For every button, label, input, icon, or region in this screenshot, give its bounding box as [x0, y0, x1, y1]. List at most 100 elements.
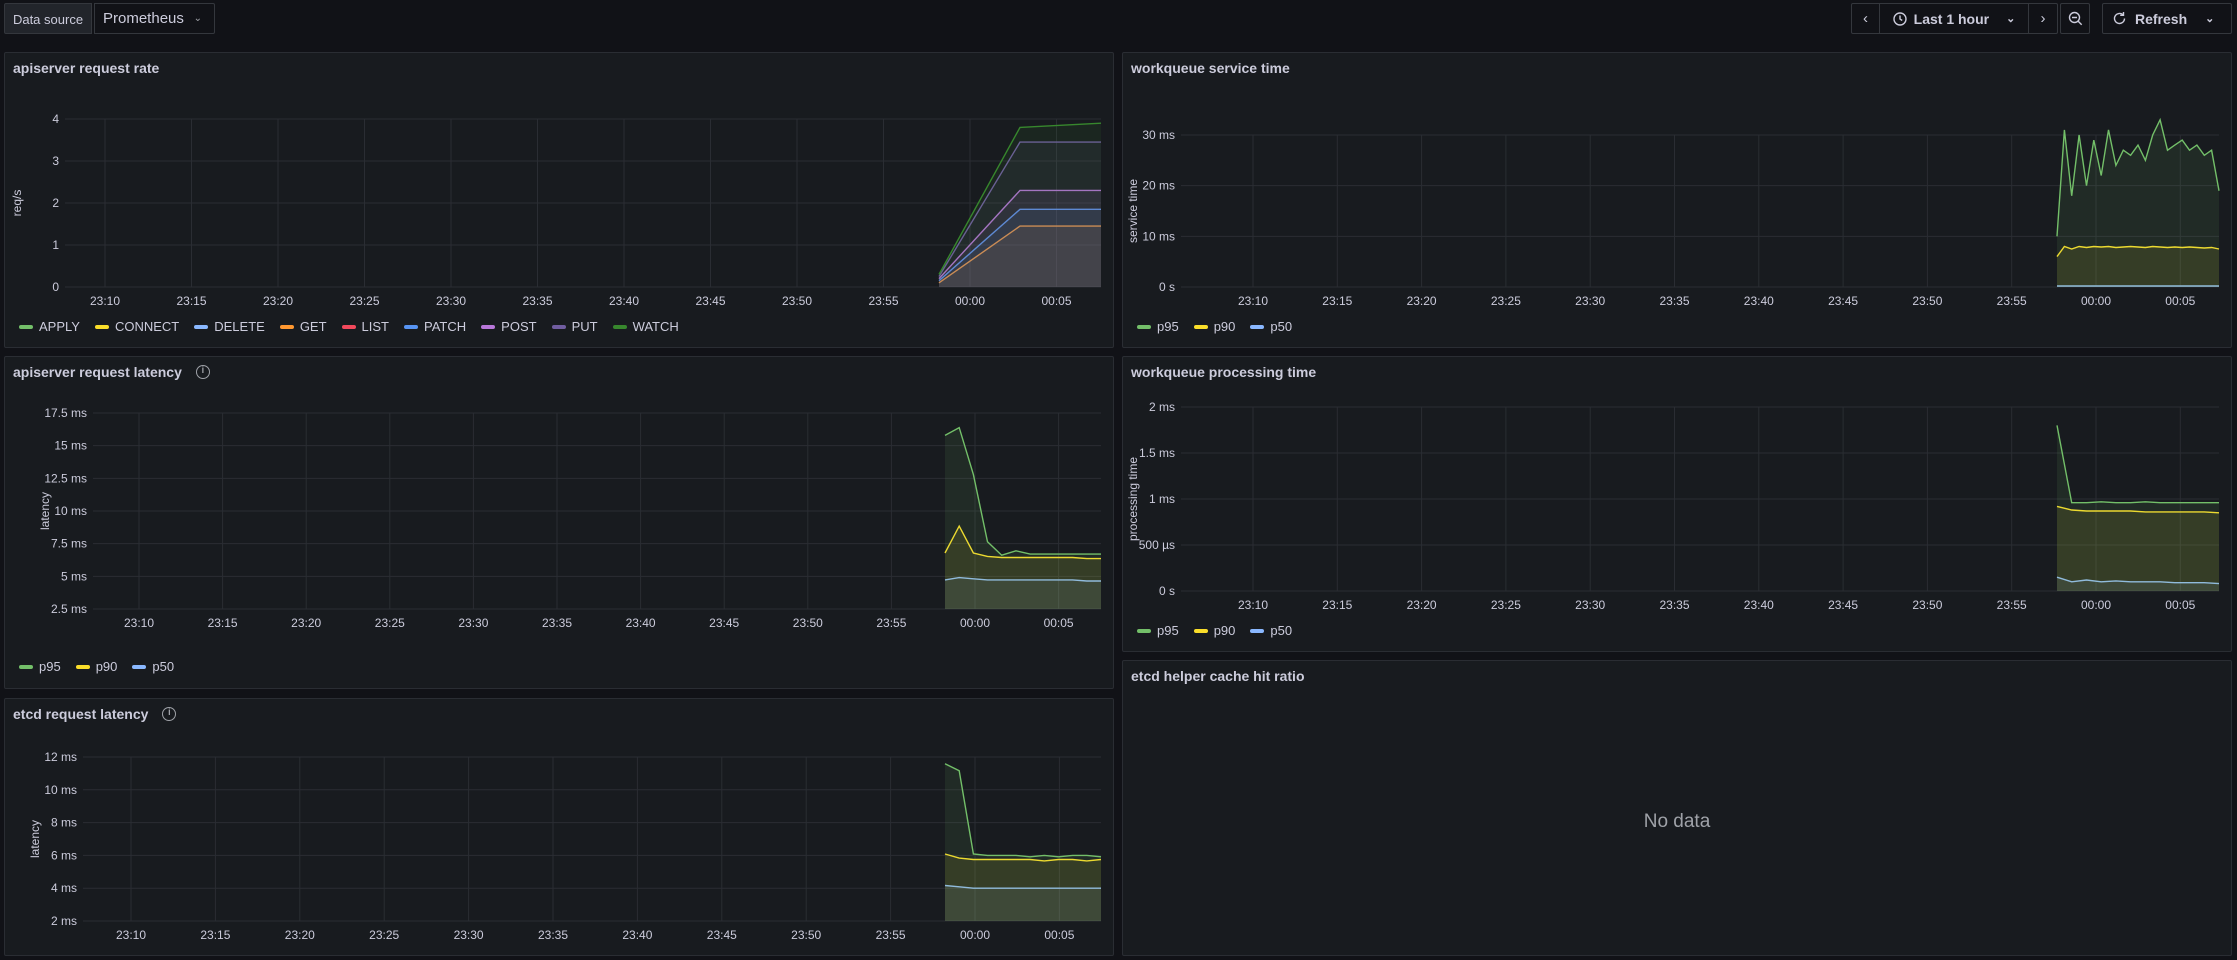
legend: p95 p90 p50	[1137, 319, 1292, 334]
chevron-down-icon: ⌄	[2006, 13, 2016, 25]
y-tick-label: 0	[52, 280, 59, 294]
legend-swatch	[404, 324, 419, 329]
y-tick-label: 6 ms	[51, 848, 77, 862]
x-tick-label: 23:50	[793, 616, 823, 630]
chart-workqueue-service-time: 30 ms 20 ms 10 ms 0 s 23:10 23:15 23:20 23:25 23…	[1126, 117, 2220, 308]
y-tick-label: 8 ms	[51, 816, 77, 830]
legend-item-post[interactable]: POST	[481, 319, 537, 334]
legend-swatch	[194, 324, 209, 329]
panel-workqueue-processing-time: workqueue processing time 2 ms 1.5 ms 1 ms…	[1122, 356, 2232, 652]
y-tick-label: 3	[52, 154, 59, 168]
x-tick-label: 23:15	[200, 928, 230, 942]
x-tick-label: 23:15	[208, 616, 238, 630]
series-area-p95	[2057, 425, 2219, 591]
y-axis-label: req/s	[10, 190, 24, 217]
refresh-button[interactable]: Refresh ⌄	[2103, 4, 2231, 33]
legend-item-watch[interactable]: WATCH	[612, 319, 679, 334]
legend-swatch	[19, 324, 33, 329]
legend-swatch	[279, 324, 294, 329]
x-tick-label: 23:10	[90, 294, 120, 308]
x-tick-label: 23:15	[176, 294, 206, 308]
x-tick-label: 23:20	[263, 294, 293, 308]
x-tick-label: 23:20	[1407, 294, 1437, 308]
y-axis-label: latency	[38, 492, 52, 530]
x-tick-label: 23:30	[458, 616, 488, 630]
y-tick-label: 0 s	[1159, 280, 1175, 294]
legend-item-delete[interactable]: DELETE	[194, 319, 265, 334]
legend-label: p90	[1213, 623, 1236, 638]
x-tick-label: 23:30	[1575, 294, 1605, 308]
legend-label: p50	[1270, 623, 1293, 638]
x-tick-label: 23:20	[285, 928, 315, 942]
y-tick-label: 2 ms	[51, 914, 77, 928]
x-tick-label: 23:25	[1491, 294, 1521, 308]
time-forward-button[interactable]: ›	[2029, 4, 2057, 33]
y-tick-label: 15 ms	[54, 439, 87, 453]
x-tick-label: 00:00	[960, 616, 990, 630]
legend-label: DELETE	[214, 319, 265, 334]
legend-swatch	[132, 664, 147, 669]
x-tick-label: 00:00	[2081, 294, 2111, 308]
zoom-out-icon	[2068, 11, 2082, 26]
legend-label: p50	[1270, 319, 1293, 334]
y-tick-label: 500 µs	[1139, 538, 1175, 552]
x-tick-label: 23:40	[1744, 294, 1774, 308]
legend-label: PATCH	[424, 319, 467, 334]
legend-label: CONNECT	[114, 319, 180, 334]
x-tick-label: 00:05	[2165, 598, 2195, 612]
panel-etcd-helper-cache-hit-ratio: etcd helper cache hit ratio No data	[1122, 660, 2232, 956]
chart-apiserver-request-latency: 17.5 ms 15 ms 12.5 ms 10 ms 7.5 ms 5 ms 2.5 ms…	[38, 406, 1101, 630]
datasource-label: Data source	[4, 3, 92, 34]
legend-item-p50[interactable]: p50	[132, 659, 174, 674]
time-range-picker[interactable]: Last 1 hour ⌄	[1880, 4, 2029, 33]
x-tick-label: 23:10	[1238, 294, 1268, 308]
x-tick-label: 23:45	[709, 616, 739, 630]
legend-item-connect[interactable]: CONNECT	[94, 319, 180, 334]
legend-label: POST	[501, 319, 537, 334]
legend-item-patch[interactable]: PATCH	[404, 319, 466, 334]
legend-item-p90[interactable]: p90	[75, 659, 118, 674]
legend-item-p50[interactable]: p50	[1250, 623, 1292, 638]
legend-label: LIST	[361, 319, 390, 334]
legend-label: p90	[95, 659, 118, 674]
panel-workqueue-service-time: workqueue service time 30 ms 20 ms 10 ms 0 …	[1122, 52, 2232, 348]
x-tick-label: 23:50	[1912, 294, 1942, 308]
y-tick-label: 17.5 ms	[44, 406, 87, 420]
y-tick-label: 2	[52, 196, 59, 210]
legend-item-p95[interactable]: p95	[19, 659, 61, 674]
legend-label: WATCH	[632, 319, 679, 334]
x-tick-label: 23:25	[1491, 598, 1521, 612]
x-tick-label: 23:35	[522, 294, 552, 308]
legend-item-p50[interactable]: p50	[1250, 319, 1292, 334]
legend-item-list[interactable]: LIST	[341, 319, 390, 334]
legend-item-p95[interactable]: p95	[1137, 623, 1179, 638]
chart-etcd-request-latency: 12 ms 10 ms 8 ms 6 ms 4 ms 2 ms 23:10 23:15 23:2…	[28, 750, 1102, 942]
legend-label: p50	[152, 659, 175, 674]
chart-workqueue-processing-time: 2 ms 1.5 ms 1 ms 500 µs 0 s 23:10 23:15 23:20 23…	[1126, 400, 2220, 612]
y-tick-label: 20 ms	[1142, 179, 1175, 193]
chevron-left-icon: ‹	[1863, 10, 1868, 27]
legend: p95 p90 p50	[19, 659, 174, 674]
legend-item-apply[interactable]: APPLY	[19, 319, 80, 334]
legend-item-p95[interactable]: p95	[1137, 319, 1179, 334]
x-tick-label: 23:50	[791, 928, 821, 942]
x-tick-label: 23:35	[1659, 294, 1689, 308]
chevron-down-icon: ⌄	[193, 13, 202, 24]
legend-item-p90[interactable]: p90	[1193, 319, 1235, 334]
legend-swatch	[75, 664, 90, 669]
x-tick-label: 23:35	[538, 928, 568, 942]
zoom-out-button[interactable]	[2061, 4, 2089, 33]
legend-swatch	[341, 324, 356, 329]
time-back-button[interactable]: ‹	[1852, 4, 1880, 33]
legend-item-put[interactable]: PUT	[551, 319, 598, 334]
y-tick-label: 4 ms	[51, 881, 77, 895]
legend-swatch	[19, 664, 33, 669]
legend-item-p90[interactable]: p90	[1193, 623, 1236, 638]
x-tick-label: 23:20	[1407, 598, 1437, 612]
y-tick-label: 12.5 ms	[44, 471, 87, 485]
legend-item-get[interactable]: GET	[279, 319, 327, 334]
x-tick-label: 23:45	[1828, 598, 1858, 612]
datasource-select[interactable]: Prometheus ⌄	[94, 3, 215, 34]
series-area-p95	[945, 427, 1101, 609]
legend-swatch	[1250, 628, 1265, 633]
